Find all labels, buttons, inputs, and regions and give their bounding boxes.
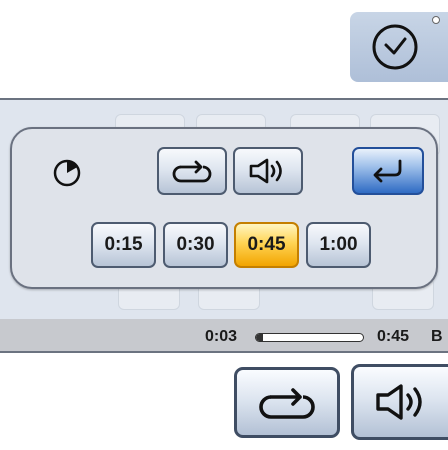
pie-timer-icon (53, 159, 81, 187)
return-arrow-icon (373, 159, 402, 183)
speaker-icon (249, 158, 282, 184)
clock-icon (372, 24, 418, 70)
timeout-option-button-selected[interactable]: 0:45 (234, 222, 299, 268)
timeout-label: 0:30 (176, 234, 215, 255)
speaker-icon (376, 384, 422, 420)
status-letter: B (431, 328, 443, 345)
repeat-button-large[interactable] (234, 367, 340, 438)
repeat-icon (259, 387, 315, 419)
timeout-label: 0:45 (247, 234, 286, 255)
timeout-option-button[interactable]: 0:15 (91, 222, 156, 268)
timeout-option-button[interactable]: 1:00 (306, 222, 371, 268)
repeat-button[interactable] (157, 147, 227, 195)
timeout-label: 1:00 (319, 234, 358, 255)
timeout-label: 0:15 (104, 234, 143, 255)
progress-fill (256, 334, 264, 341)
total-time: 0:45 (377, 328, 410, 345)
back-button[interactable] (352, 147, 424, 195)
sound-button-large[interactable] (351, 364, 448, 440)
repeat-icon (172, 160, 212, 183)
indicator-dot (432, 16, 440, 24)
elapsed-time: 0:03 (205, 328, 238, 345)
progress-bar (255, 333, 364, 342)
sound-button[interactable] (233, 147, 303, 195)
timeout-option-button[interactable]: 0:30 (163, 222, 228, 268)
